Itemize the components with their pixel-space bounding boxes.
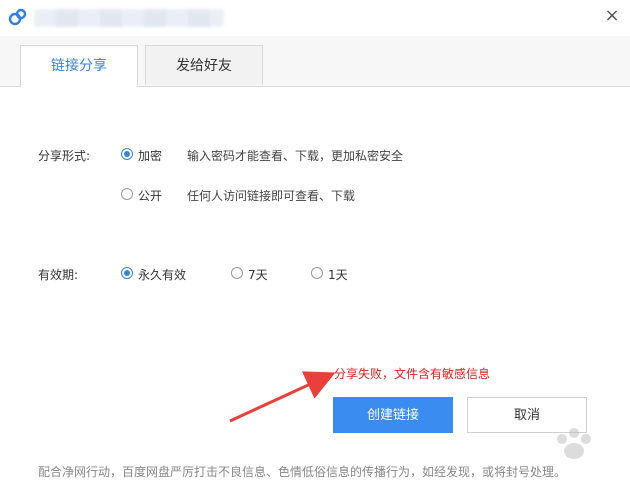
watermark-paw-icon xyxy=(557,428,591,459)
footer-notice: 配合净网行动，百度网盘严厉打击不良信息、色情低俗信息的传播行为，如经发现，或将封… xyxy=(38,465,567,479)
create-link-button[interactable]: 创建链接 xyxy=(333,397,453,433)
